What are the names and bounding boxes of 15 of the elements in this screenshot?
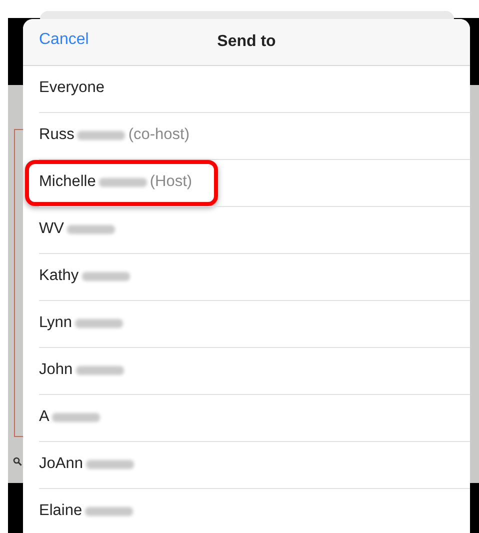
recipient-name: JoAnn — [39, 455, 83, 473]
recipient-name: Michelle — [39, 173, 96, 191]
sheet-title: Send to — [217, 33, 276, 51]
recipient-name: Lynn — [39, 314, 72, 332]
search-icon — [13, 457, 22, 466]
cancel-button[interactable]: Cancel — [39, 31, 89, 49]
recipient-name: Elaine — [39, 502, 82, 520]
recipient-name: A — [39, 408, 50, 426]
recipient-name: Everyone — [39, 79, 104, 97]
recipient-role: (co-host) — [128, 126, 190, 144]
recipient-role: (Host) — [150, 173, 192, 191]
recipient-name: WV — [39, 220, 64, 238]
recipient-name: Russ — [39, 126, 74, 144]
recipient-name: John — [39, 361, 73, 379]
recipient-name: Kathy — [39, 267, 79, 285]
